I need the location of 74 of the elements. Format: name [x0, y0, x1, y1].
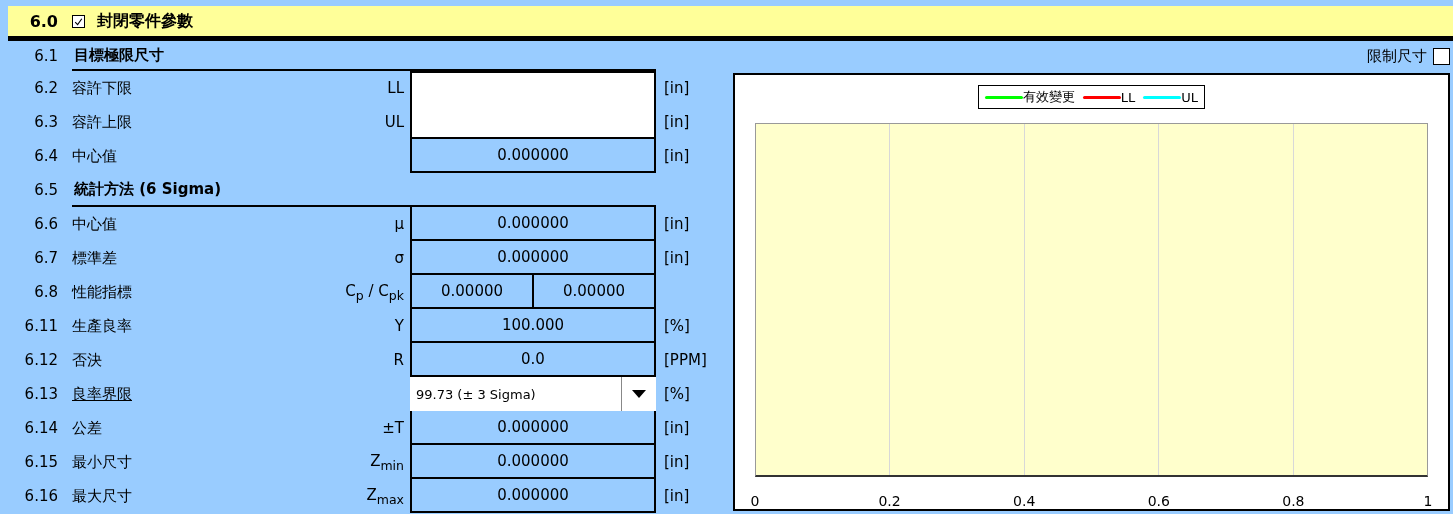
input-field[interactable]	[410, 105, 656, 139]
unit-label: [in]	[663, 215, 691, 233]
row-number: 6.4	[33, 147, 58, 165]
field-label: 生產良率	[72, 316, 133, 336]
field-label: 公差	[72, 418, 103, 438]
legend-label: 有效變更	[1022, 88, 1075, 106]
unit-label: [in]	[663, 147, 691, 165]
row-number: 6.13	[23, 385, 58, 403]
axis-tick-label: 0.2	[877, 493, 902, 509]
dropdown[interactable]: 99.73 (± 3 Sigma)	[410, 377, 656, 411]
section-number: 6.0	[28, 11, 58, 31]
axis-tick-label: 0.4	[1012, 493, 1037, 509]
unit-label: [in]	[663, 79, 691, 97]
checkbox[interactable]	[72, 14, 85, 28]
caret-icon	[631, 389, 647, 399]
row-number: 6.7	[33, 249, 58, 267]
value-field: 0.000000	[410, 139, 656, 173]
unit-label: [PPM]	[663, 351, 708, 369]
field-label: 否決	[72, 350, 103, 370]
value-field: 0.000000	[410, 479, 656, 513]
label-link[interactable]: 良率界限	[72, 384, 132, 404]
axis-tick-label: 0	[749, 493, 761, 509]
symbol-label: LL	[387, 79, 405, 97]
unit-label: [%]	[663, 385, 691, 403]
row-number: 6.6	[33, 215, 58, 233]
row-number: 6.8	[33, 283, 58, 301]
unit-label: [in]	[663, 453, 691, 471]
subsection-heading: 統計方法 (6 Sigma)	[72, 173, 656, 207]
row-number: 6.11	[23, 317, 58, 335]
unit-label: [in]	[663, 113, 691, 131]
unit-label: [in]	[663, 249, 691, 267]
limit-label: 限制尺寸	[1367, 46, 1427, 66]
axis-tick-label: 0.6	[1146, 493, 1171, 509]
field-label: 最小尺寸	[72, 452, 133, 472]
unit-label: [in]	[663, 419, 691, 437]
legend-label: LL	[1120, 89, 1136, 105]
row-number: 6.2	[33, 79, 58, 97]
row-number: 6.15	[23, 453, 58, 471]
axis-tick-label: 0.8	[1281, 493, 1306, 509]
field-label: 容許下限	[72, 78, 133, 98]
value-field: 0.000000	[410, 241, 656, 275]
symbol-label: Y	[394, 317, 405, 335]
field-label: 標準差	[72, 248, 118, 268]
value-field: 0.000000	[410, 445, 656, 479]
field-label: 中心值	[72, 146, 118, 166]
checkbox[interactable]	[1433, 47, 1450, 65]
field-label: 中心值	[72, 214, 118, 234]
legend-label: UL	[1181, 89, 1199, 105]
symbol-label: C$_{p}$ / C$_{pk}$	[345, 281, 405, 303]
section-title: 封閉零件參數	[97, 10, 193, 32]
row-number: 6.16	[23, 487, 58, 505]
symbol-label: ±T	[382, 419, 405, 437]
row-number: 6.3	[33, 113, 58, 131]
dropdown-value: 99.73 (± 3 Sigma)	[415, 386, 536, 402]
symbol-label: UL	[384, 113, 405, 131]
row-number: 6.1	[33, 47, 58, 65]
row-number: 6.12	[23, 351, 58, 369]
symbol-label: Z$_{max}$	[366, 485, 405, 507]
value-field: 0.000000	[410, 207, 656, 241]
input-field[interactable]	[410, 71, 656, 107]
row-number: 6.5	[33, 181, 58, 199]
symbol-label: Z$_{min}$	[370, 451, 405, 473]
unit-label: [%]	[663, 317, 691, 335]
field-label: 最大尺寸	[72, 486, 133, 506]
field-label: 性能指標	[72, 282, 133, 302]
value-field: 0.000000	[410, 411, 656, 445]
symbol-label: μ	[394, 215, 405, 233]
row-number: 6.14	[23, 419, 58, 437]
symbol-label: R	[393, 351, 405, 369]
unit-label: [in]	[663, 487, 691, 505]
symbol-label: σ	[394, 249, 405, 267]
value-field: 100.000	[410, 309, 656, 343]
axis-tick-label: 1	[1422, 493, 1434, 509]
field-label: 容許上限	[72, 112, 133, 132]
